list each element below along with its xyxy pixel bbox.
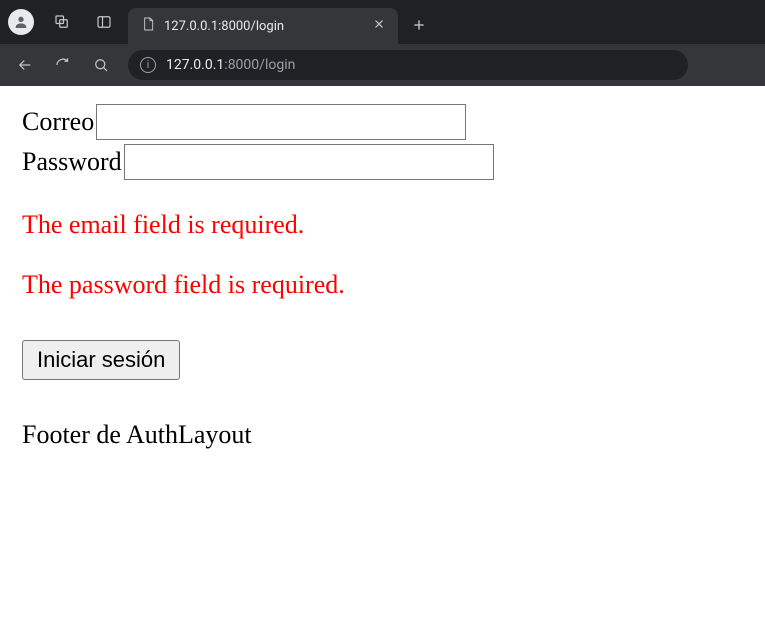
- close-tab-button[interactable]: [372, 17, 386, 35]
- email-label: Correo: [22, 107, 96, 137]
- url-text: 127.0.0.1:8000/login: [166, 57, 295, 73]
- password-label: Password: [22, 147, 124, 177]
- new-tab-button[interactable]: [404, 10, 434, 40]
- panel-icon[interactable]: [86, 4, 122, 40]
- url-host: 127.0.0.1: [166, 57, 224, 73]
- browser-chrome: 127.0.0.1:8000/login i 127.0.0.1:8000/lo…: [0, 0, 765, 86]
- login-button[interactable]: Iniciar sesión: [22, 340, 180, 380]
- address-bar[interactable]: i 127.0.0.1:8000/login: [128, 50, 688, 80]
- search-icon: [92, 56, 110, 74]
- active-tab[interactable]: 127.0.0.1:8000/login: [128, 8, 398, 44]
- person-icon: [13, 14, 29, 30]
- email-error-message: The email field is required.: [22, 210, 743, 240]
- workspaces-icon[interactable]: [44, 4, 80, 40]
- plus-icon: [411, 17, 427, 33]
- footer-text: Footer de AuthLayout: [22, 420, 743, 450]
- profile-avatar[interactable]: [8, 9, 34, 35]
- password-field-row: Password: [22, 144, 743, 180]
- reload-icon: [54, 56, 72, 74]
- url-port: :8000: [224, 57, 259, 73]
- close-icon: [372, 17, 386, 31]
- email-field-row: Correo: [22, 104, 743, 140]
- search-button[interactable]: [84, 48, 118, 82]
- url-path: /login: [259, 57, 295, 73]
- back-button[interactable]: [8, 48, 42, 82]
- tab-title: 127.0.0.1:8000/login: [164, 19, 364, 34]
- password-error-message: The password field is required.: [22, 270, 743, 300]
- reload-button[interactable]: [46, 48, 80, 82]
- page-icon: [140, 16, 156, 36]
- site-info-icon[interactable]: i: [140, 57, 156, 73]
- browser-toolbar: i 127.0.0.1:8000/login: [0, 44, 765, 86]
- arrow-left-icon: [16, 56, 34, 74]
- password-input[interactable]: [124, 144, 494, 180]
- email-input[interactable]: [96, 104, 466, 140]
- tab-strip: 127.0.0.1:8000/login: [0, 0, 765, 44]
- page-content: Correo Password The email field is requi…: [0, 86, 765, 468]
